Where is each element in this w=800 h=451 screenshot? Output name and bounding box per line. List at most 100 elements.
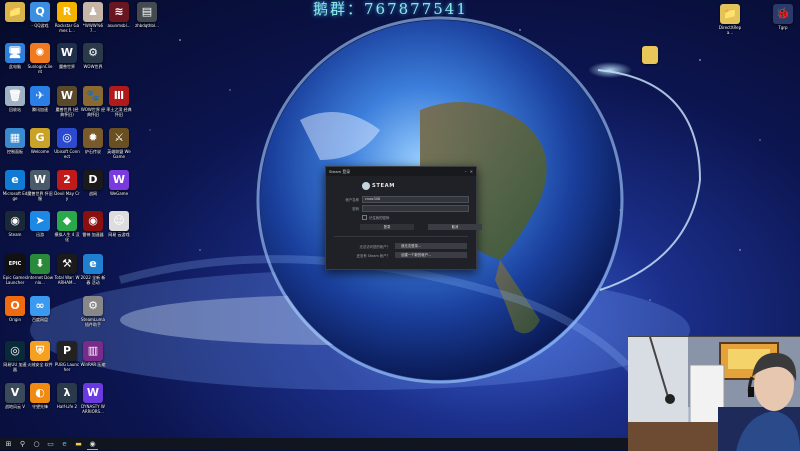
desktop-icon[interactable]: ✈ 腾讯加速 (27, 86, 53, 117)
desktop-icon[interactable]: 🐾 WOW世界 经典怀旧 (80, 86, 106, 117)
desktop-icon[interactable]: W 魔兽世界 (经典怀旧) (54, 86, 80, 117)
desktop-icon[interactable]: ⚙ WOW世界 (80, 43, 106, 74)
close-icon[interactable]: ✕ (470, 169, 473, 174)
desktop-icon[interactable]: 2 Devil May Cry (54, 170, 80, 201)
desktop-icon-label: asunmsbl... (107, 23, 131, 28)
desktop-icon[interactable]: ◆ 模拟人生 4 汉化 (54, 211, 80, 242)
desktop-icon[interactable]: ◎ 网易UU 加速器 (2, 341, 28, 372)
desktop-icon[interactable]: ◐ 守望先锋 (27, 383, 53, 414)
dragged-folder[interactable] (637, 46, 663, 64)
desktop-icon[interactable]: ▦ 控制面板 (2, 128, 28, 159)
desktop-icon[interactable]: ✺ SunloginClient (27, 43, 53, 74)
desktop-icon[interactable]: ➤ 迅游 (27, 211, 53, 242)
desktop-icon[interactable]: R Rockstar Games L... (54, 2, 80, 33)
desktop-icon-label: 控制面板 (7, 149, 23, 154)
desktop-icon-label: Epic Games Launcher (3, 275, 27, 285)
desktop-icon-label: Rockstar Games L... (54, 23, 80, 33)
dialog-titlebar[interactable]: Steam 登录 – ✕ (326, 167, 476, 176)
steam-logo-icon (362, 182, 370, 190)
desktop-icon[interactable]: ◉ 雷神 加速器 (80, 211, 106, 242)
desktop-icon-label: - QQ游戏 (31, 23, 49, 28)
create-account-button[interactable]: 创建一个新的帐户... (395, 252, 467, 258)
desktop-icon-label: DirectXRepa... (718, 25, 742, 35)
cancel-button[interactable]: 取消 (428, 224, 482, 230)
desktop-icon[interactable]: 🖥 此电脑 (2, 43, 28, 74)
file-explorer-icon[interactable]: ▭ (45, 439, 56, 450)
desktop-icon[interactable]: 🐞 Tgrp (770, 4, 796, 35)
desktop-icon[interactable]: G Welcome (27, 128, 53, 159)
desktop-icon-label: WeGame (109, 191, 129, 196)
wow-classic-icon: W (57, 86, 77, 106)
desktop-icon[interactable]: λ Half-Life 2 (54, 383, 80, 414)
desktop-icon-label: 守望先锋 (32, 404, 48, 409)
desktop-icon-label: SteamLuma 插件助手 (81, 317, 105, 327)
desktop-icon[interactable]: W 魔兽世界 怀旧服 (27, 170, 53, 201)
desktop-icon[interactable]: 📁 (2, 2, 28, 33)
desktop-icon-label: 模拟人生 4 汉化 (54, 232, 80, 242)
desktop-icon[interactable]: W WeGame (106, 170, 132, 201)
desktop-icon[interactable]: ▥ WinRAR 压缩 (80, 341, 106, 372)
desktop-icon[interactable]: ◉ Steam (2, 211, 28, 242)
desktop-icon[interactable]: ☺ 网易 云游戏 (106, 211, 132, 242)
password-field[interactable] (362, 205, 469, 212)
wegame-icon: W (109, 170, 129, 190)
desktop-icon[interactable]: 📁 DirectXRepa... (717, 4, 743, 35)
desktop-icon-label: Devil May Cry (54, 191, 80, 201)
windows-start-icon[interactable]: ⊞ (3, 439, 14, 450)
baidu-disk-icon: ∞ (30, 296, 50, 316)
minimize-icon[interactable]: – (465, 169, 467, 174)
desktop-icon[interactable]: ∞ 百度网盘 (27, 296, 53, 327)
desktop-icon[interactable]: e Microsoft Edge (2, 170, 28, 201)
desktop-icon[interactable]: ✹ 炉石传说 (80, 128, 106, 159)
folder-icon[interactable]: ▬ (73, 439, 84, 450)
desktop-icon[interactable]: ♟ *WWW%67... (80, 2, 106, 33)
desktop-icon[interactable]: ⚒ Total War: WARHAM... (54, 254, 80, 285)
desktop-icon-label: 魔兽世界 (59, 64, 75, 69)
desktop-icon-label: 战地风云 V (4, 404, 25, 409)
steam-icon[interactable]: ◉ (87, 438, 98, 450)
forgot-button[interactable]: 我无法登录... (395, 243, 467, 249)
task-view-icon[interactable]: ○ (31, 439, 42, 450)
remember-checkbox[interactable] (362, 215, 367, 220)
desktop-icon-label: WinRAR 压缩 (80, 362, 106, 367)
desktop-icon[interactable]: ⛨ 火绒安全 软件 (27, 341, 53, 372)
desktop-icon-label: Steam (8, 232, 22, 237)
desktop-icon[interactable]: W DYNASTY WARRIORS... (80, 383, 106, 414)
desktop-icon-label: WOW世界 经典怀旧 (80, 107, 106, 117)
desktop-icon-label: Internet Downlo... (27, 275, 53, 285)
desktop-icon[interactable]: ⚙ SteamLuma 插件助手 (80, 296, 106, 327)
steam-wordmark: STEAM (372, 183, 395, 189)
desktop-icon[interactable]: V 战地风云 V (2, 383, 28, 414)
desktop-icon[interactable]: O Origin (2, 296, 28, 327)
desktop-icon[interactable]: EPIC Epic Games Launcher (2, 254, 28, 285)
desktop-icon[interactable]: e 2022 全新 新春 活动 (80, 254, 106, 285)
folder-icon: 📁 (720, 4, 740, 24)
remember-label: 记住我的密码 (369, 216, 390, 220)
edge-icon[interactable]: e (59, 439, 70, 450)
desktop-icon[interactable]: Q- QQ游戏 (27, 2, 53, 33)
create-row: 还没有 Steam 帐户？ 创建一个新的帐户... (346, 252, 467, 258)
desktop-icon[interactable]: ◎ Ubisoft Connect (54, 128, 80, 159)
desktop-icon[interactable]: P PUBG Launcher (54, 341, 80, 372)
desktop-icon[interactable]: ▤ zhbdqthbl... (134, 2, 160, 33)
idm-icon: ⬇ (30, 254, 50, 274)
search-icon[interactable]: ⚲ (17, 439, 28, 450)
login-buttons: 登录 取消 (360, 224, 482, 230)
desktop-icon[interactable]: ⚔ 英雄联盟 WeGame (106, 128, 132, 159)
desktop-icon[interactable]: 🗑 回收站 (2, 86, 28, 117)
desktop-icon-label: 雷神 加速器 (82, 232, 104, 237)
desktop-icon[interactable]: ⬇ Internet Downlo... (27, 254, 53, 285)
tencent-booster-icon: ✈ (30, 86, 50, 106)
desktop-icon[interactable]: D 战网 (80, 170, 106, 201)
account-field[interactable]: cnwz308 (362, 196, 469, 203)
winrar-icon: ▥ (83, 341, 103, 361)
desktop-icon-label: 率土之滨 经典怀旧 (106, 107, 132, 117)
warhammer-icon: ⚒ (57, 254, 77, 274)
desktop-icon-label: Total War: WARHAM... (54, 275, 80, 285)
desktop-icon-label: 英雄联盟 WeGame (107, 149, 131, 159)
desktop-icon[interactable]: Ⅲ 率土之滨 经典怀旧 (106, 86, 132, 117)
desktop-icon-label: 战网 (89, 191, 97, 196)
desktop-icon[interactable]: W 魔兽世界 (54, 43, 80, 74)
desktop-icon[interactable]: ≋ asunmsbl... (106, 2, 132, 33)
login-button[interactable]: 登录 (360, 224, 414, 230)
